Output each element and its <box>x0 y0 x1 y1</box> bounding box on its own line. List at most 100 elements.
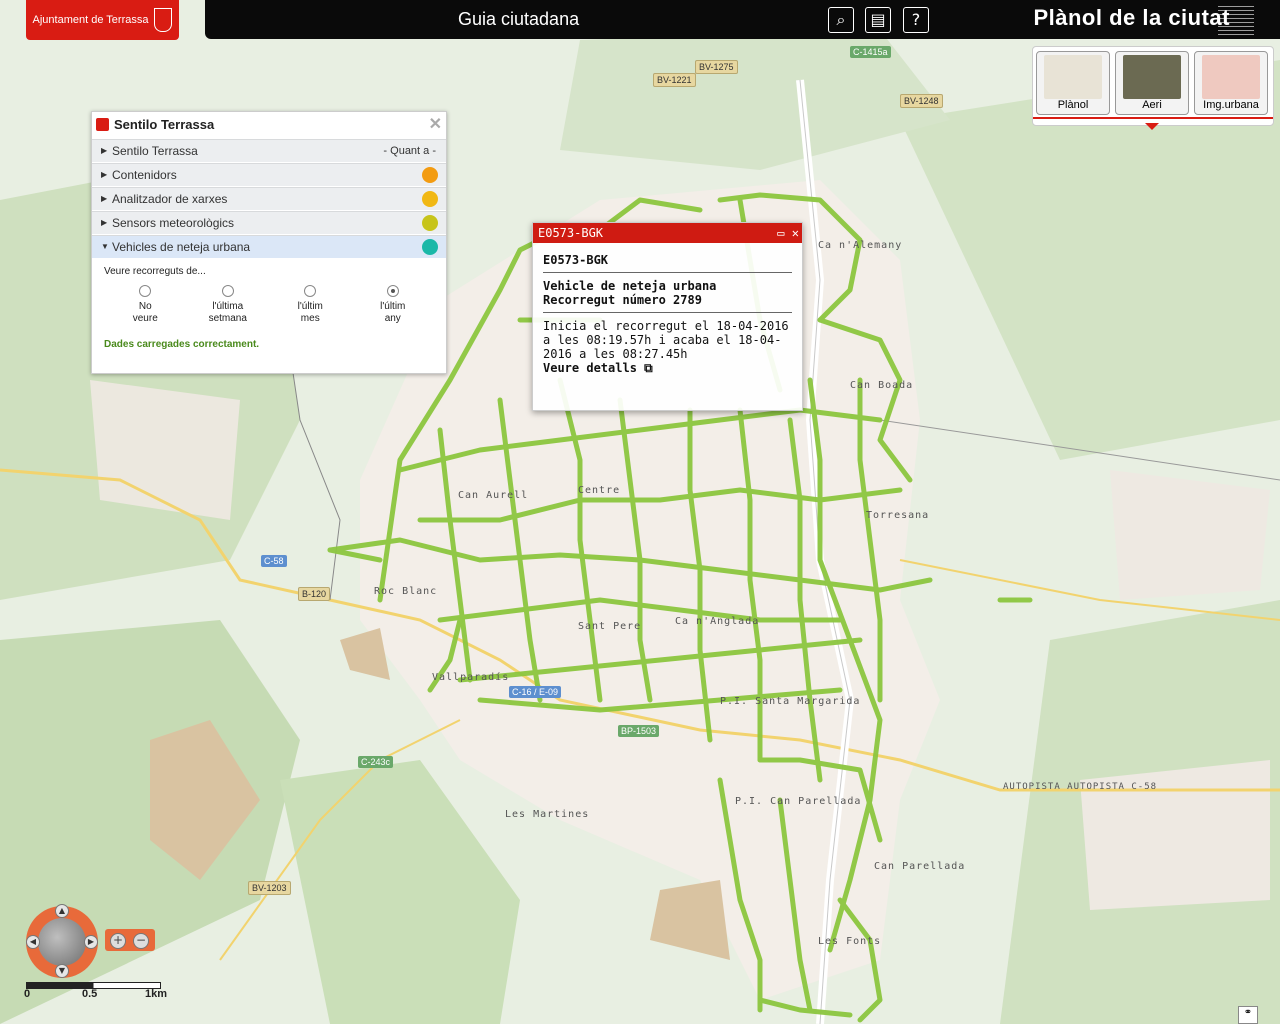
road-badge: C-1415a <box>850 46 891 58</box>
maximize-icon[interactable]: ▭ <box>777 226 784 240</box>
radio-button[interactable] <box>221 285 234 297</box>
details-label: Veure detalls <box>543 361 637 375</box>
truck-icon <box>422 239 438 255</box>
search-icon: ⌕ <box>836 10 846 29</box>
option-label: mes <box>300 313 320 324</box>
accordion-label: Analitzador de xarxes <box>112 192 228 206</box>
map-label: Torresana <box>866 510 930 521</box>
active-layer-indicator <box>1145 123 1159 130</box>
pan-left-button[interactable]: ◀ <box>26 935 40 949</box>
accordion-label: Vehicles de neteja urbana <box>112 240 251 254</box>
lightning-icon <box>422 191 438 207</box>
map-label: Can Boada <box>850 380 914 391</box>
radio-button[interactable] <box>386 285 399 297</box>
scale-label: 0 <box>24 988 31 1000</box>
layer-urban-button[interactable]: Img.urbana <box>1194 51 1268 115</box>
close-icon[interactable]: ✕ <box>429 112 442 138</box>
route-number: Recorregut número 2789 <box>543 293 702 307</box>
chevron-right-icon: ▶ <box>101 146 108 155</box>
accordion-sentilo[interactable]: ▶ Sentilo Terrassa - Quant a - <box>92 139 446 162</box>
map-label: Vallparadís <box>432 672 510 683</box>
road-badge: C-16 / E-09 <box>509 686 562 698</box>
status-message: Dades carregades correctament. <box>104 339 260 350</box>
option-label: l'última <box>212 301 244 312</box>
popup-header-title: E0573-BGK <box>538 226 604 240</box>
radio-button[interactable] <box>304 285 317 297</box>
road-badge: C-243c <box>358 756 394 768</box>
road-badge: BV-1203 <box>248 881 291 895</box>
accordion-network-analyzer[interactable]: ▶ Analitzador de xarxes <box>92 187 446 210</box>
search-button[interactable]: ⌕ <box>828 7 854 33</box>
details-link[interactable]: Veure detalls ⧉ <box>543 361 792 376</box>
layer-aerial-button[interactable]: Aeri <box>1115 51 1189 115</box>
city-logo[interactable]: Ajuntament de Terrassa <box>26 0 179 40</box>
close-icon[interactable]: ✕ <box>792 226 799 240</box>
pan-control[interactable]: ▲ ▼ ◀ ▶ <box>26 904 98 978</box>
option-label: No <box>138 301 152 312</box>
radio-option-week[interactable]: l'última setmana <box>187 285 270 325</box>
print-button[interactable]: ▤ <box>865 7 891 33</box>
zoom-in-button[interactable]: + <box>110 933 126 949</box>
map-label: Can Parellada <box>874 861 966 872</box>
chevron-right-icon: ▶ <box>101 218 108 227</box>
accordion-weather-sensors[interactable]: ▶ Sensors meteorològics <box>92 211 446 234</box>
help-button[interactable]: ? <box>903 7 929 33</box>
zoom-control: + − <box>105 929 155 951</box>
popup-header: E0573-BGK ▭ ✕ <box>533 223 802 243</box>
map-label: Can Aurell <box>458 490 529 501</box>
sentilo-icon <box>96 118 109 131</box>
chevron-right-icon: ▶ <box>101 170 108 179</box>
zoom-out-button[interactable]: − <box>133 933 149 949</box>
layer-label: Img.urbana <box>1203 99 1259 111</box>
logo-text: Ajuntament de Terrassa <box>32 14 149 26</box>
vehicles-section: Veure recorreguts de... No veure l'últim… <box>92 258 446 358</box>
pan-up-button[interactable]: ▲ <box>55 904 69 918</box>
chevron-down-icon: ▼ <box>101 242 109 251</box>
vehicle-type: Vehicle de neteja urbana <box>543 279 717 293</box>
chevron-right-icon: ▶ <box>101 194 108 203</box>
app-title: Guia ciutadana <box>458 9 580 29</box>
accordion-cleaning-vehicles[interactable]: ▼ Vehicles de neteja urbana <box>92 235 446 258</box>
highway-label: AUTOPISTA AUTOPISTA C-58 <box>1003 782 1158 792</box>
road-badge: C-58 <box>261 555 287 567</box>
scale-label: 1km <box>145 988 168 1000</box>
accordion-label: Sensors meteorològics <box>112 216 235 230</box>
accordion-containers[interactable]: ▶ Contenidors <box>92 163 446 186</box>
globe-icon <box>38 918 86 966</box>
option-label: l'últim <box>297 301 323 312</box>
map-label: Roc Blanc <box>374 586 438 597</box>
map-label: Centre <box>578 485 621 496</box>
layer-map-button[interactable]: Plànol <box>1036 51 1110 115</box>
top-bar: Guia ciutadana ⌕ ▤ ? Plànol de la ciutat <box>205 0 1280 39</box>
print-icon: ▤ <box>870 10 886 29</box>
external-link-icon: ⧉ <box>644 361 653 375</box>
radio-button[interactable] <box>139 285 152 297</box>
pan-down-button[interactable]: ▼ <box>55 964 69 978</box>
option-label: l'últim <box>380 301 406 312</box>
link-icon[interactable]: ⚭ <box>1238 1006 1258 1024</box>
container-icon <box>422 167 438 183</box>
option-label: setmana <box>208 313 247 324</box>
map-label: Les Fonts <box>818 936 882 947</box>
map-label: P.I. Santa Margarida <box>720 696 861 707</box>
pan-right-button[interactable]: ▶ <box>84 935 98 949</box>
road-badge: BV-1248 <box>900 94 943 108</box>
map-label: P.I. Can Parellada <box>735 796 862 807</box>
panel-title: Sentilo Terrassa <box>114 117 215 132</box>
sun-icon <box>422 215 438 231</box>
map-label: Ca n'Alemany <box>818 240 903 251</box>
about-link[interactable]: - Quant a - <box>383 140 436 162</box>
route-description: Inicia el recorregut el 18-04-2016 a les… <box>543 319 789 361</box>
map-label: Ca n'Anglada <box>675 616 760 627</box>
sentilo-panel: Sentilo Terrassa ✕ ▶ Sentilo Terrassa - … <box>91 111 447 374</box>
vehicle-id: E0573-BGK <box>543 247 792 273</box>
radio-option-none[interactable]: No veure <box>104 285 187 325</box>
radio-option-month[interactable]: l'últim mes <box>269 285 352 325</box>
map-label: Sant Pere <box>578 621 642 632</box>
layer-label: Plànol <box>1057 99 1089 111</box>
radio-option-year[interactable]: l'últim any <box>352 285 435 325</box>
road-badge: BV-1275 <box>695 60 738 74</box>
layer-switcher: Plànol Aeri Img.urbana <box>1032 46 1274 130</box>
crest-icon <box>154 8 173 32</box>
help-icon: ? <box>911 10 921 29</box>
